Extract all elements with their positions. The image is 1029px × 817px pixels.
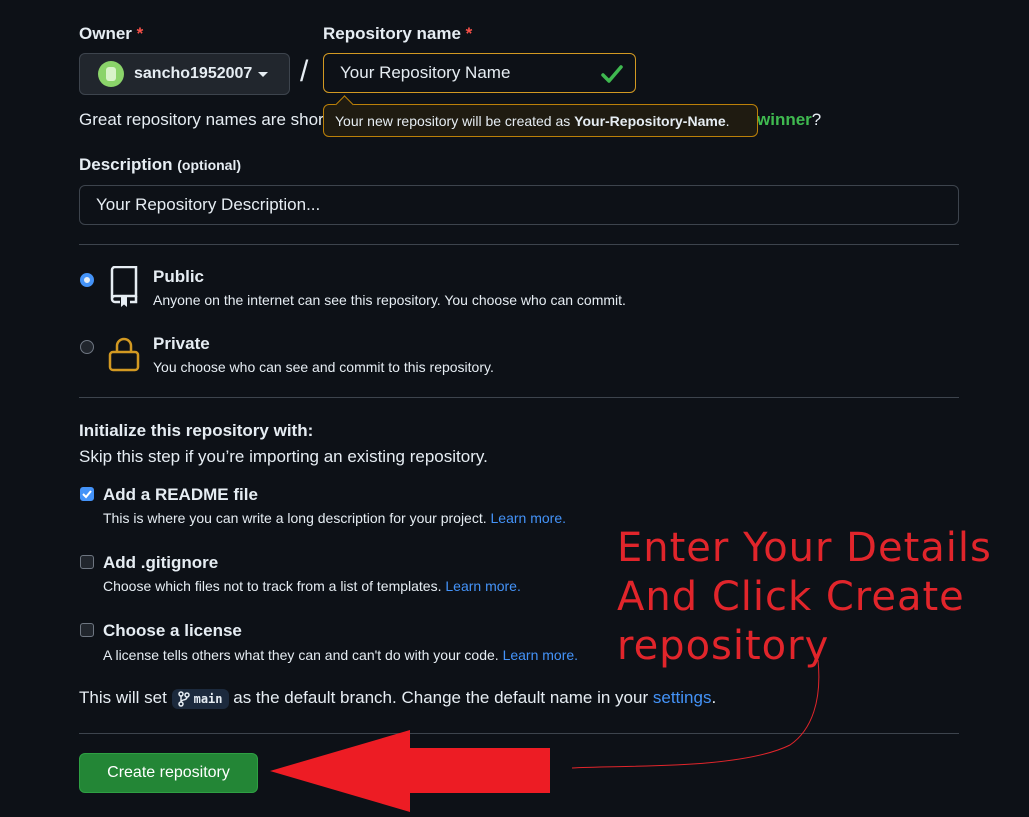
- annotation-text: Enter Your Details And Click Create repo…: [617, 525, 992, 669]
- annotation-overlay: [270, 659, 820, 812]
- red-arrow-icon: [270, 730, 550, 812]
- annotation-connector-line: [571, 659, 820, 769]
